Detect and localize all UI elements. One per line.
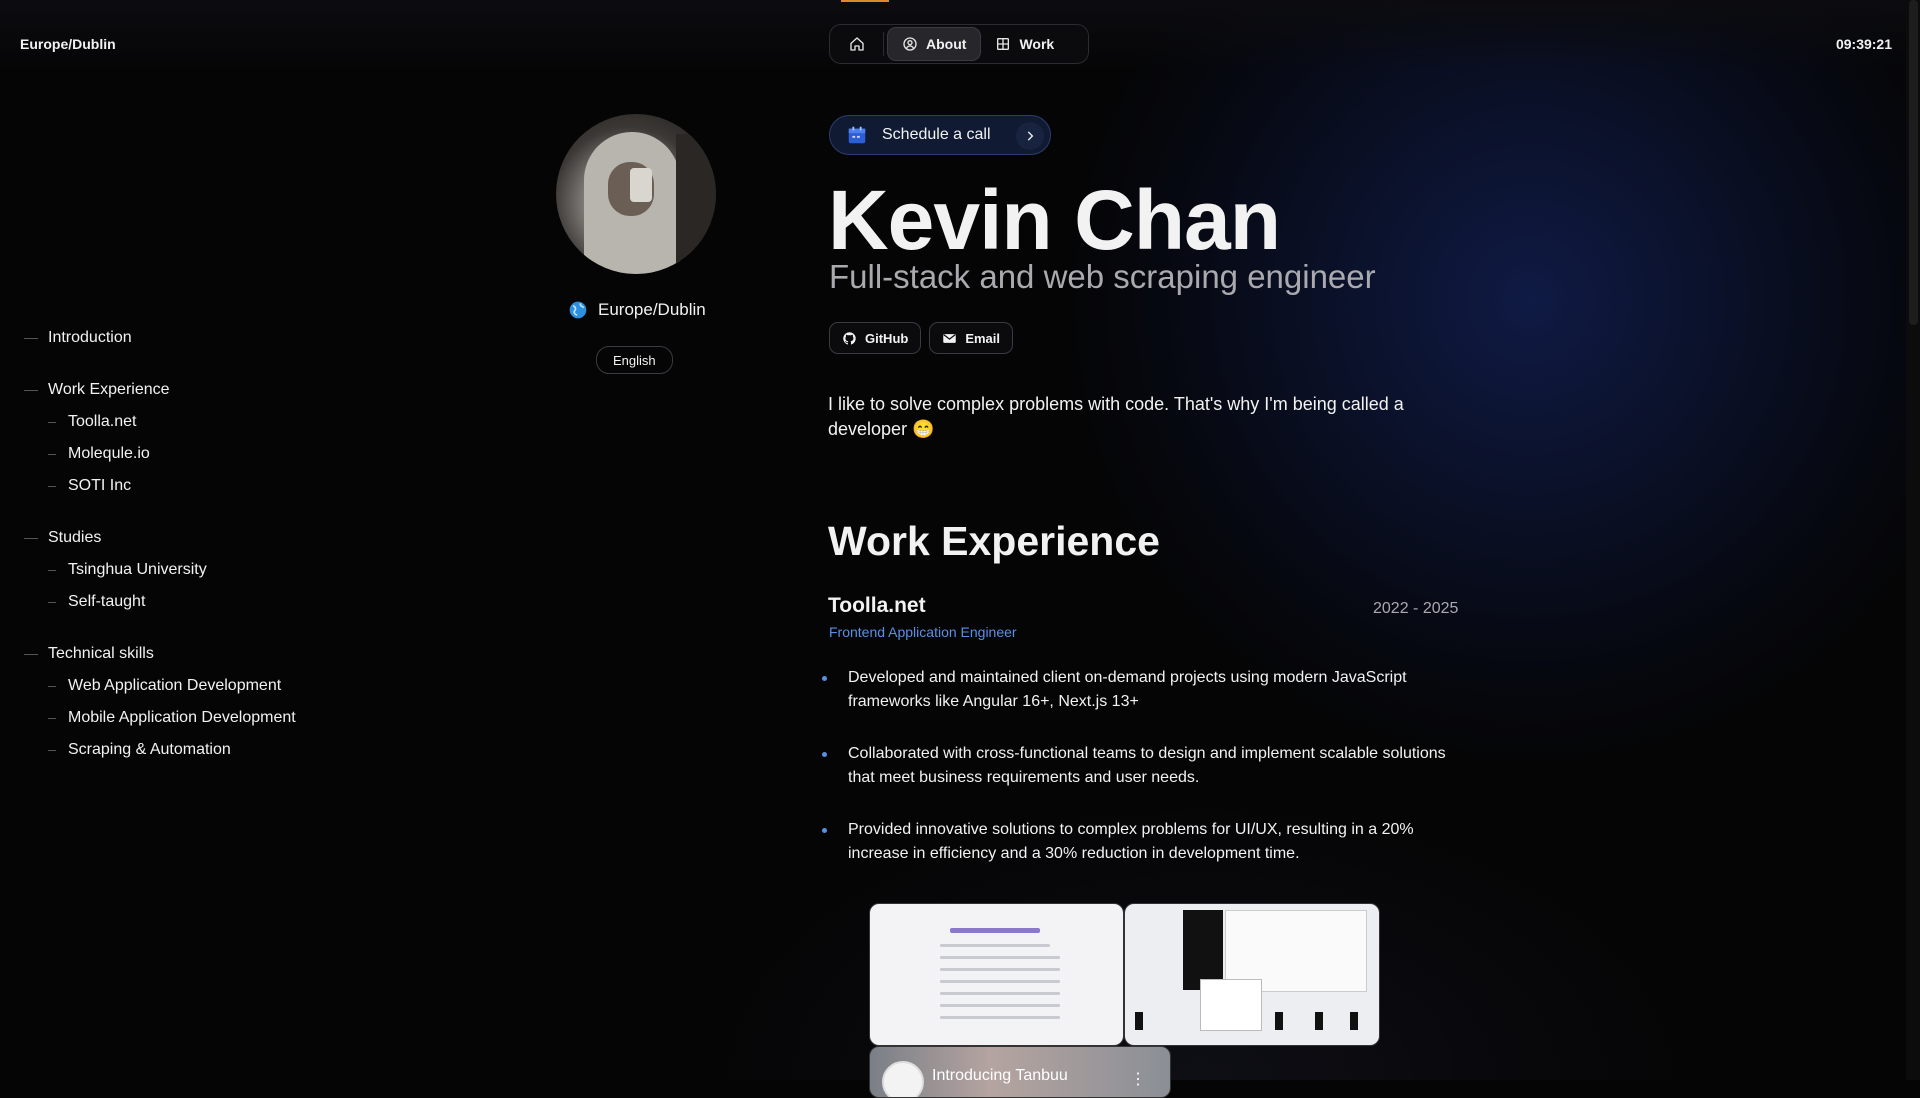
github-icon bbox=[843, 331, 856, 344]
scrollbar[interactable] bbox=[1906, 0, 1920, 1080]
email-button[interactable]: Email bbox=[929, 322, 1014, 354]
user-circle-icon bbox=[903, 37, 917, 51]
more-vertical-icon[interactable]: ⋮ bbox=[1130, 1069, 1146, 1089]
scrollbar-thumb[interactable] bbox=[1909, 0, 1918, 325]
nav-accent-line bbox=[841, 0, 889, 2]
toc-introduction[interactable]: Introduction bbox=[24, 322, 296, 354]
table-of-contents: Introduction Work Experience Toolla.net … bbox=[24, 322, 296, 766]
toc-mobile-dev[interactable]: Mobile Application Development bbox=[24, 702, 296, 734]
schedule-call-button[interactable]: Schedule a call bbox=[829, 115, 1051, 155]
toc-sub-label: Tsinghua University bbox=[68, 561, 207, 578]
toc-soti[interactable]: SOTI Inc bbox=[24, 470, 296, 502]
toc-self-taught[interactable]: Self-taught bbox=[24, 586, 296, 618]
language-chip: English bbox=[596, 346, 673, 374]
toc-label: Introduction bbox=[48, 329, 132, 346]
bullet-text: Collaborated with cross-functional teams… bbox=[848, 745, 1446, 786]
toc-technical-skills[interactable]: Technical skills bbox=[24, 638, 296, 670]
nav-separator bbox=[883, 32, 884, 56]
hero-name: Kevin Chan bbox=[828, 173, 1281, 267]
toc-toolla[interactable]: Toolla.net bbox=[24, 406, 296, 438]
profile-location-label: Europe/Dublin bbox=[598, 300, 706, 319]
schedule-call-label: Schedule a call bbox=[882, 126, 991, 143]
nav-home-button[interactable] bbox=[834, 28, 880, 60]
nav-work-button[interactable]: Work bbox=[981, 28, 1068, 60]
toc-sub-label: Self-taught bbox=[68, 593, 146, 610]
bullet-text: Provided innovative solutions to complex… bbox=[848, 821, 1414, 862]
job-company: Toolla.net bbox=[828, 594, 926, 617]
nav-work-label: Work bbox=[1019, 36, 1055, 52]
github-button[interactable]: GitHub bbox=[829, 322, 922, 354]
profile-location: Europe/Dublin bbox=[568, 300, 706, 320]
project-screenshot-2[interactable] bbox=[1124, 903, 1380, 1046]
toc-label: Work Experience bbox=[48, 381, 170, 398]
toc-sub-label: Toolla.net bbox=[68, 413, 137, 430]
toc-studies[interactable]: Studies bbox=[24, 522, 296, 554]
list-item: Provided innovative solutions to complex… bbox=[822, 818, 1462, 866]
chevron-right-icon bbox=[1016, 122, 1044, 150]
toc-molequle[interactable]: Molequle.io bbox=[24, 438, 296, 470]
header-clock: 09:39:21 bbox=[1835, 36, 1892, 52]
toc-label: Studies bbox=[48, 529, 102, 546]
job-role: Frontend Application Engineer bbox=[829, 624, 1017, 640]
globe-icon bbox=[569, 301, 587, 319]
nav-about-button[interactable]: About bbox=[887, 27, 982, 61]
home-icon bbox=[850, 37, 864, 51]
toc-web-dev[interactable]: Web Application Development bbox=[24, 670, 296, 702]
intro-text: I like to solve complex problems with co… bbox=[828, 394, 1404, 439]
social-links: GitHub Email bbox=[829, 322, 1014, 354]
toc-label: Technical skills bbox=[48, 645, 154, 662]
toc-sub-label: Molequle.io bbox=[68, 445, 150, 462]
nav-about-label: About bbox=[926, 36, 967, 52]
project-video[interactable]: Introducing Tanbuu ⋮ bbox=[869, 1046, 1171, 1098]
project-screenshot-1[interactable] bbox=[869, 903, 1124, 1046]
work-experience-heading: Work Experience bbox=[828, 518, 1160, 564]
toc-sub-label: Web Application Development bbox=[68, 677, 282, 694]
grid-icon bbox=[997, 38, 1010, 50]
email-label: Email bbox=[965, 330, 1001, 346]
job-achievements: Developed and maintained client on-deman… bbox=[822, 666, 1462, 894]
list-item: Developed and maintained client on-deman… bbox=[822, 666, 1462, 714]
hero-role: Full-stack and web scraping engineer bbox=[829, 258, 1376, 295]
calendar-icon bbox=[848, 126, 866, 144]
toc-tsinghua[interactable]: Tsinghua University bbox=[24, 554, 296, 586]
toc-sub-label: Mobile Application Development bbox=[68, 709, 296, 726]
job-dates: 2022 - 2025 bbox=[1373, 600, 1459, 617]
header-timezone: Europe/Dublin bbox=[20, 36, 116, 52]
bullet-text: Developed and maintained client on-deman… bbox=[848, 669, 1407, 710]
video-title: Introducing Tanbuu bbox=[932, 1067, 1068, 1084]
mail-icon bbox=[943, 333, 957, 343]
toc-sub-label: SOTI Inc bbox=[68, 477, 132, 494]
top-nav: About Work bbox=[829, 24, 1089, 64]
avatar bbox=[556, 114, 716, 274]
toc-work-experience[interactable]: Work Experience bbox=[24, 374, 296, 406]
toc-sub-label: Scraping & Automation bbox=[68, 741, 231, 758]
list-item: Collaborated with cross-functional teams… bbox=[822, 742, 1462, 790]
toc-scraping[interactable]: Scraping & Automation bbox=[24, 734, 296, 766]
github-label: GitHub bbox=[865, 330, 909, 346]
